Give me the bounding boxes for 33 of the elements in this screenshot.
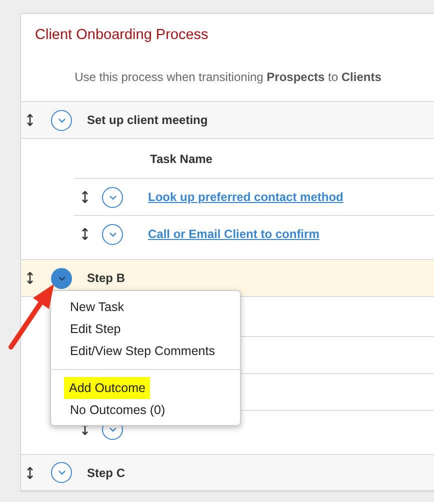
- chevron-down-button[interactable]: [51, 268, 72, 288]
- pointer-arrow: [8, 284, 54, 350]
- step-name: Set up client meeting: [87, 112, 208, 129]
- chevron-down-icon: [58, 118, 66, 122]
- process-title: Client Onboarding Process: [34, 26, 210, 45]
- chevron-down-icon: [58, 276, 66, 280]
- menu-item[interactable]: Edit/View Step Comments: [51, 340, 215, 362]
- task-link[interactable]: Look up preferred contact method: [148, 188, 344, 206]
- menu-item[interactable]: Edit Step: [51, 318, 121, 340]
- chevron-down-button[interactable]: [51, 462, 72, 483]
- drag-handle-icon[interactable]: [82, 228, 88, 240]
- menu-item[interactable]: Add Outcome: [64, 377, 150, 399]
- chevron-down-button[interactable]: [51, 110, 72, 130]
- step-row[interactable]: Set up client meeting: [21, 101, 434, 138]
- step-row[interactable]: Step C: [21, 454, 434, 491]
- chevron-down-icon: [108, 426, 116, 432]
- chevron-down-icon: [108, 232, 116, 236]
- step-name: Step B: [87, 270, 126, 287]
- chevron-down-icon: [108, 194, 116, 200]
- drag-handle-icon[interactable]: [27, 114, 33, 126]
- drag-handle-icon[interactable]: [27, 466, 33, 478]
- chevron-down-icon: [58, 470, 66, 475]
- menu-item[interactable]: No Outcomes (0): [51, 399, 166, 421]
- task-link[interactable]: Call or Email Client to confirm: [148, 225, 320, 243]
- process-description: Use this process when transitioning Prospects to Clients: [74, 69, 382, 86]
- menu-item[interactable]: New Task: [51, 296, 124, 318]
- chevron-down-button[interactable]: [102, 224, 123, 244]
- drag-handle-icon[interactable]: [82, 191, 88, 203]
- column-header: Task Name: [150, 150, 212, 168]
- drag-handle-icon[interactable]: [27, 272, 33, 284]
- step-row[interactable]: Step B: [21, 259, 434, 296]
- step-name: Step C: [87, 464, 126, 482]
- chevron-down-button[interactable]: [102, 186, 123, 208]
